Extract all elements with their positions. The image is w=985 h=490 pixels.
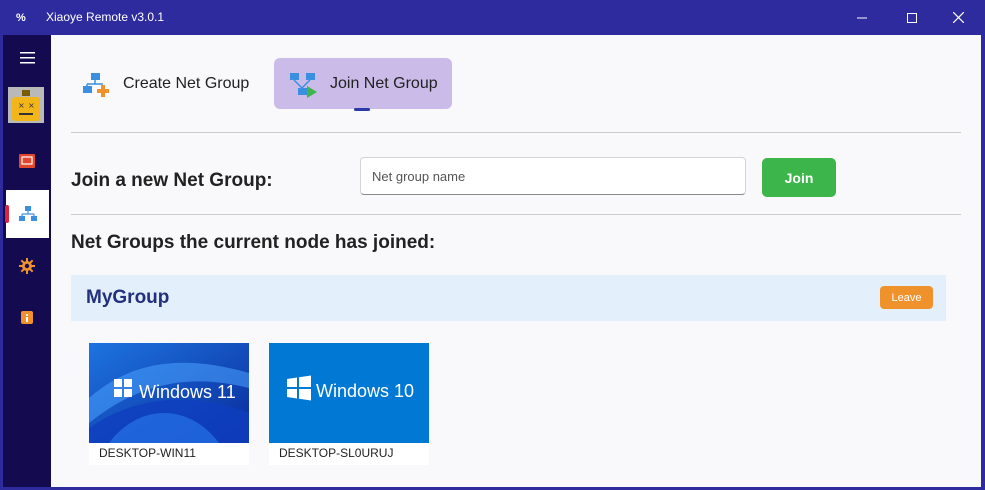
- group-name: MyGroup: [86, 287, 170, 308]
- leave-group-button[interactable]: Leave: [880, 286, 933, 309]
- minimize-button[interactable]: [839, 0, 885, 35]
- node-card[interactable]: Windows 11 DESKTOP-WIN11: [89, 343, 249, 465]
- selected-tab-indicator: [354, 108, 370, 111]
- sidebar-item-about[interactable]: [3, 297, 51, 337]
- title-bar: % Xiaoye Remote v3.0.1: [0, 0, 985, 35]
- os-label: Windows 10: [316, 381, 414, 401]
- tab-label: Join Net Group: [330, 74, 438, 92]
- minimize-icon: [857, 17, 867, 18]
- node-thumbnail: Windows 11: [89, 343, 249, 443]
- tab-create-net-group[interactable]: Create Net Group: [73, 58, 253, 109]
- tab-label: Create Net Group: [123, 74, 250, 92]
- app-logo-icon: %: [16, 12, 26, 24]
- network-icon: [18, 206, 37, 221]
- sidebar-item-settings[interactable]: [3, 246, 51, 286]
- join-network-icon: [290, 72, 317, 98]
- divider: [71, 214, 961, 215]
- node-name: DESKTOP-SL0URUJ: [279, 446, 394, 460]
- avatar[interactable]: × ×: [8, 87, 44, 123]
- robot-avatar-icon: × ×: [8, 87, 44, 123]
- net-group-name-input[interactable]: [360, 157, 746, 195]
- svg-text:×: ×: [18, 101, 25, 110]
- maximize-icon: [907, 12, 917, 23]
- main-content: Create Net Group Join Net Group Join a n…: [51, 35, 981, 487]
- maximize-button[interactable]: [889, 0, 935, 35]
- os-label: Windows 11: [139, 382, 236, 402]
- sidebar: × ×: [3, 35, 51, 487]
- active-indicator: [5, 205, 9, 223]
- app-window: % Xiaoye Remote v3.0.1 × × Create Net Gr…: [0, 0, 985, 490]
- tab-join-net-group[interactable]: Join Net Group: [274, 58, 452, 111]
- joined-section-label: Net Groups the current node has joined:: [71, 232, 436, 253]
- window-title: Xiaoye Remote v3.0.1: [46, 10, 165, 24]
- remote-desktop-icon: [19, 154, 35, 168]
- windows10-wallpaper-image: Windows 10: [269, 343, 429, 443]
- create-network-icon: [83, 72, 109, 97]
- node-name: DESKTOP-WIN11: [99, 446, 196, 460]
- node-thumbnail: Windows 10: [269, 343, 429, 443]
- sidebar-menu-toggle[interactable]: [3, 38, 51, 78]
- join-button[interactable]: Join: [762, 158, 836, 197]
- node-card[interactable]: Windows 10 DESKTOP-SL0URUJ: [269, 343, 429, 465]
- settings-gear-icon: [19, 258, 35, 274]
- join-section-label: Join a new Net Group:: [71, 170, 273, 191]
- group-header: MyGroup Leave: [71, 275, 946, 321]
- divider: [71, 132, 961, 133]
- sidebar-item-remote[interactable]: [3, 141, 51, 181]
- info-icon: [21, 310, 33, 324]
- sidebar-item-netgroup[interactable]: [5, 190, 49, 238]
- close-window-button[interactable]: [935, 0, 981, 35]
- windows11-wallpaper-image: Windows 11: [89, 343, 249, 443]
- menu-icon: [19, 52, 35, 64]
- close-icon: [952, 12, 964, 23]
- svg-text:×: ×: [28, 101, 35, 110]
